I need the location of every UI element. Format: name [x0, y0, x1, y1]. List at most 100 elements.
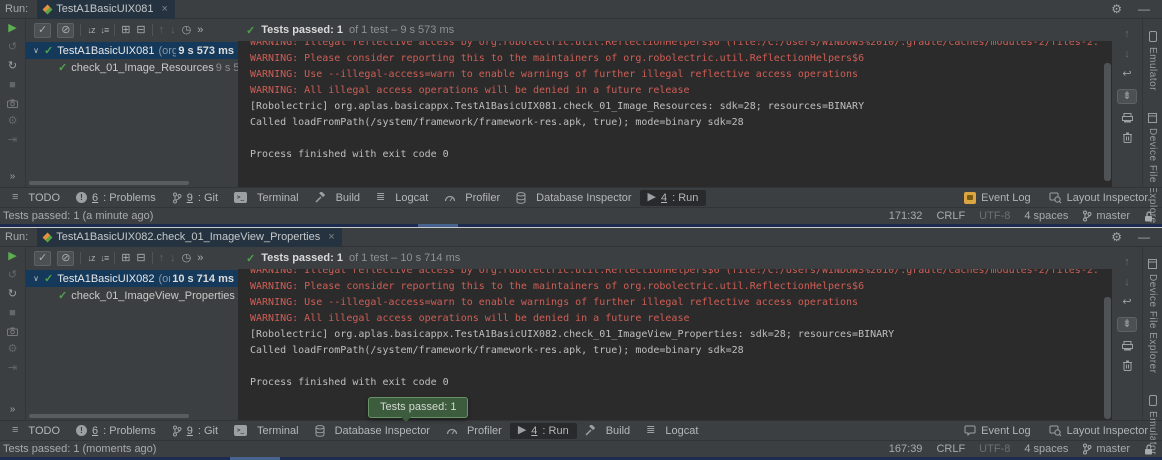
sort-by-duration-icon[interactable]: ↓≡: [100, 26, 108, 35]
test-tree-root-row[interactable]: ∨ ✓ TestA1BasicUIX081 (org.aplas.basica …: [26, 42, 238, 59]
rerun-button[interactable]: ▶: [8, 251, 16, 262]
test-settings-gear-icon[interactable]: ⚙: [8, 344, 18, 355]
dock-emulator[interactable]: Emulator: [1147, 31, 1158, 91]
test-history-icon[interactable]: ◷: [182, 253, 192, 264]
sort-alphabetically-icon[interactable]: ↓z: [87, 26, 94, 35]
test-tree-child-row[interactable]: ✓ check_01_ImageView_Properties 10 s 714…: [26, 287, 238, 304]
import-test-results-icon[interactable]: ⇥: [8, 135, 17, 146]
screenshot-camera-icon[interactable]: [7, 99, 18, 108]
close-icon[interactable]: ×: [328, 231, 334, 243]
gear-icon[interactable]: ⚙: [1111, 230, 1122, 244]
collapse-all-icon[interactable]: ⊟: [136, 25, 145, 36]
soft-wrap-icon[interactable]: ↩: [1122, 297, 1131, 308]
toolwindow-logcat[interactable]: ≣ Logcat: [368, 190, 436, 206]
down-the-stack-icon: ↓: [1124, 277, 1130, 288]
close-icon[interactable]: ×: [161, 3, 167, 15]
show-ignored-icon[interactable]: ⊘: [57, 23, 74, 38]
toolwindow-logcat[interactable]: ≣ Logcat: [638, 423, 706, 439]
minimize-icon[interactable]: —: [1138, 230, 1150, 244]
run-config-tab[interactable]: TestA1BasicUIX081 ×: [37, 0, 175, 19]
clear-all-trash-icon[interactable]: [1123, 360, 1132, 371]
file-encoding[interactable]: UTF-8: [979, 443, 1010, 455]
toolwindow-run[interactable]: ▶ 4: Run: [510, 423, 577, 439]
unlocked-padlock-icon[interactable]: [1144, 211, 1154, 222]
layout-inspector-button[interactable]: Layout Inspector: [1049, 192, 1148, 204]
toggle-auto-test-icon[interactable]: ↻: [8, 289, 17, 300]
run-config-tab[interactable]: TestA1BasicUIX082.check_01_ImageView_Pro…: [37, 228, 341, 247]
toolbar-overflow-icon[interactable]: »: [10, 405, 16, 415]
rerun-button[interactable]: ▶: [8, 23, 16, 34]
unlocked-padlock-icon[interactable]: [1144, 444, 1154, 455]
horizontal-scrollbar[interactable]: [29, 414, 189, 418]
event-log-button[interactable]: Event Log: [964, 192, 1031, 204]
build-hammer-icon: [315, 192, 326, 203]
toolwindow-problems[interactable]: ! 6: Problems: [68, 423, 164, 439]
sort-alphabetically-icon[interactable]: ↓z: [87, 254, 94, 263]
test-tree[interactable]: ∨ ✓ TestA1BasicUIX082 (org.aplas.basica …: [26, 269, 238, 420]
toolwindow-profiler[interactable]: Profiler: [436, 190, 508, 206]
rerun-failed-tests-icon[interactable]: ↺: [8, 270, 17, 281]
rerun-failed-tests-icon[interactable]: ↺: [8, 42, 17, 53]
console-line: WARNING: Please consider reporting this …: [250, 279, 1112, 295]
vertical-scrollbar[interactable]: [1104, 63, 1111, 181]
caret-position[interactable]: 171:32: [889, 210, 923, 222]
test-tree-child-row[interactable]: ✓ check_01_Image_Resources 9 s 573 ms: [26, 59, 238, 76]
event-log-button[interactable]: Event Log: [964, 425, 1031, 437]
minimize-icon[interactable]: —: [1138, 2, 1150, 16]
toolbar-more-icon[interactable]: »: [197, 253, 203, 264]
toolwindow-git[interactable]: 9: Git: [164, 423, 226, 439]
indent-setting[interactable]: 4 spaces: [1024, 210, 1068, 222]
toggle-auto-test-icon[interactable]: ↻: [8, 61, 17, 72]
test-settings-gear-icon[interactable]: ⚙: [8, 116, 18, 127]
show-passed-icon[interactable]: ✓: [34, 23, 51, 38]
toolwindow-run[interactable]: ▶ 4: Run: [640, 190, 707, 206]
toolwindow-build[interactable]: Build: [577, 423, 638, 439]
file-encoding[interactable]: UTF-8: [979, 210, 1010, 222]
vertical-scrollbar[interactable]: [1104, 297, 1111, 419]
print-icon[interactable]: [1122, 341, 1133, 351]
toolwindow-todo[interactable]: ≡ TODO: [4, 423, 68, 439]
indent-setting[interactable]: 4 spaces: [1024, 443, 1068, 455]
dock-device-file-explorer[interactable]: Device File Explorer: [1147, 259, 1158, 373]
print-icon[interactable]: [1122, 113, 1133, 123]
toolwindow-problems[interactable]: ! 6: Problems: [68, 190, 164, 206]
toolwindow-git[interactable]: 9: Git: [164, 190, 226, 206]
test-tree-root-row[interactable]: ∨ ✓ TestA1BasicUIX082 (org.aplas.basica …: [26, 270, 238, 287]
scroll-to-end-icon[interactable]: ⇟: [1117, 317, 1136, 332]
test-tree[interactable]: ∨ ✓ TestA1BasicUIX081 (org.aplas.basica …: [26, 41, 238, 187]
chevron-down-icon[interactable]: ∨: [30, 274, 42, 283]
git-branch-widget[interactable]: master: [1082, 443, 1130, 455]
run-console[interactable]: WARNING: Illegal reflective access by or…: [238, 41, 1112, 187]
horizontal-scrollbar[interactable]: [29, 181, 189, 185]
toolwindow-terminal[interactable]: >_ Terminal: [226, 423, 307, 439]
collapse-all-icon[interactable]: ⊟: [136, 253, 145, 264]
toolwindow-terminal[interactable]: >_ Terminal: [226, 190, 307, 206]
test-passed-icon: ✓: [58, 289, 67, 302]
expand-all-icon[interactable]: ⊞: [121, 253, 130, 264]
line-separator[interactable]: CRLF: [936, 210, 965, 222]
toolbar-overflow-icon[interactable]: »: [10, 172, 16, 182]
toolwindow-profiler[interactable]: Profiler: [438, 423, 510, 439]
expand-all-icon[interactable]: ⊞: [121, 25, 130, 36]
test-history-icon[interactable]: ◷: [182, 25, 192, 36]
show-passed-icon[interactable]: ✓: [34, 251, 51, 266]
clear-all-trash-icon[interactable]: [1123, 132, 1132, 143]
toolbar-more-icon[interactable]: »: [197, 25, 203, 36]
gear-icon[interactable]: ⚙: [1111, 2, 1122, 16]
toolwindow-database-inspector[interactable]: Database Inspector: [307, 423, 438, 439]
layout-inspector-button[interactable]: Layout Inspector: [1049, 425, 1148, 437]
toolwindow-database-inspector[interactable]: Database Inspector: [508, 190, 639, 206]
toolwindow-build[interactable]: Build: [307, 190, 368, 206]
chevron-down-icon[interactable]: ∨: [30, 46, 42, 55]
soft-wrap-icon[interactable]: ↩: [1122, 69, 1131, 80]
scroll-to-end-icon[interactable]: ⇟: [1117, 89, 1136, 104]
git-branch-widget[interactable]: master: [1082, 210, 1130, 222]
screenshot-camera-icon[interactable]: [7, 327, 18, 336]
line-separator[interactable]: CRLF: [936, 443, 965, 455]
console-line: WARNING: All illegal access operations w…: [250, 83, 1112, 99]
sort-by-duration-icon[interactable]: ↓≡: [100, 254, 108, 263]
caret-position[interactable]: 167:39: [889, 443, 923, 455]
show-ignored-icon[interactable]: ⊘: [57, 251, 74, 266]
toolwindow-todo[interactable]: ≡ TODO: [4, 190, 68, 206]
import-test-results-icon[interactable]: ⇥: [8, 363, 17, 374]
